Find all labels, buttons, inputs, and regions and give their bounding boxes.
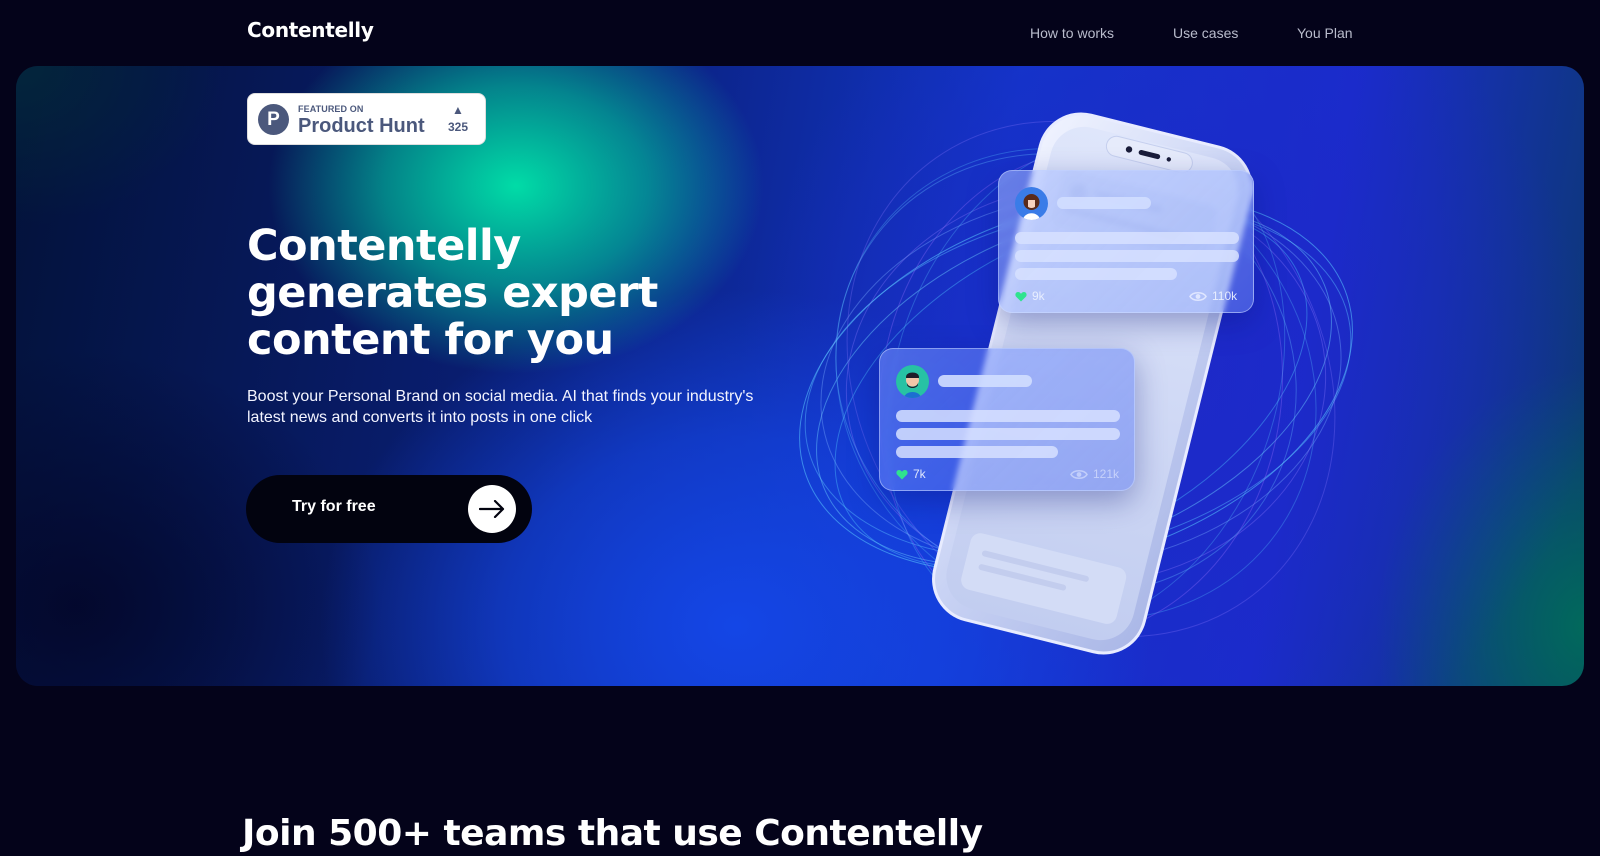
text-line-placeholder [1015,232,1239,244]
try-for-free-button[interactable]: Try for free [246,475,532,543]
badge-featured-label: FEATURED ON [298,104,364,114]
view-count: 121k [1070,467,1119,481]
upvote-arrow-icon: ▲ [452,103,464,117]
text-line-placeholder [896,446,1058,458]
heart-icon [1015,291,1027,301]
view-count: 110k [1189,289,1237,303]
cta-label: Try for free [292,498,376,515]
badge-product-hunt-name: Product Hunt [298,115,425,137]
social-post-card: 9k 110k [998,170,1254,313]
product-hunt-logo: P [258,104,289,135]
nav-link-your-plan[interactable]: You Plan [1297,25,1353,41]
heart-icon [896,469,908,479]
likes-value: 7k [913,467,926,481]
arrow-right-icon [468,485,516,533]
eye-icon [1189,291,1207,301]
author-name-placeholder [1057,197,1151,209]
hero-subline: Boost your Personal Brand on social medi… [247,388,754,426]
text-line-placeholder [896,410,1120,422]
eye-icon [1070,469,1088,479]
hero-section: P FEATURED ON Product Hunt ▲ 325 Content… [16,66,1584,686]
views-value: 121k [1093,467,1120,481]
like-count: 7k [896,467,926,481]
social-post-card: 7k 121k [879,348,1135,491]
author-name-placeholder [938,375,1032,387]
avatar [896,365,929,398]
text-line-placeholder [1015,250,1239,262]
like-count: 9k [1015,289,1045,303]
views-value: 110k [1212,289,1238,303]
nav-link-how-it-works[interactable]: How to works [1030,25,1114,41]
text-line-placeholder [1015,268,1177,280]
badge-vote-count: ▲ 325 [443,103,473,135]
likes-value: 9k [1032,289,1045,303]
product-hunt-badge[interactable]: P FEATURED ON Product Hunt ▲ 325 [247,93,486,145]
vote-count: 325 [447,120,469,134]
nav-link-use-cases[interactable]: Use cases [1173,25,1238,41]
hero-headline: Contentelly generates expert content for… [247,221,658,365]
avatar [1015,187,1048,220]
brand-logo[interactable]: Contentelly [247,18,374,42]
text-line-placeholder [896,428,1120,440]
teams-section-heading: Join 500+ teams that use Contentelly [242,813,983,854]
top-navigation: Contentelly How to works Use cases You P… [0,0,1600,66]
